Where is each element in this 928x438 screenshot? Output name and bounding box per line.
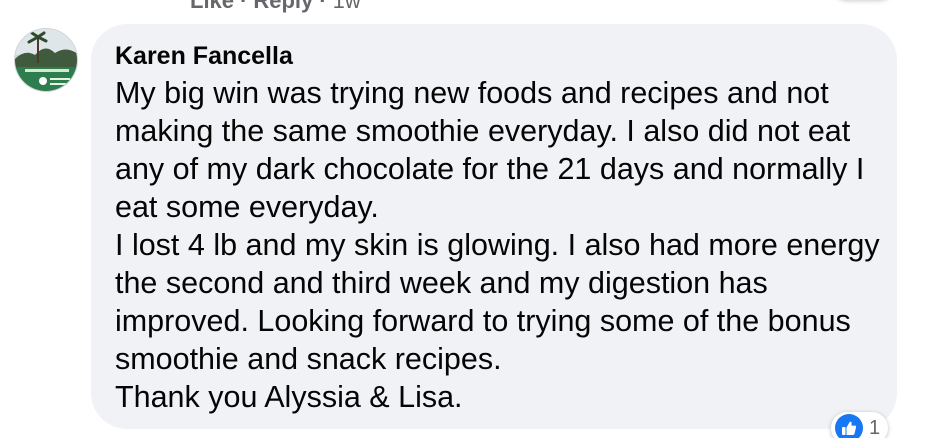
avatar-image bbox=[15, 29, 77, 91]
comment-text: My big win was trying new foods and reci… bbox=[115, 74, 885, 416]
reaction-count: 1 bbox=[869, 416, 881, 438]
like-icon bbox=[835, 414, 863, 438]
thumbs-up-icon bbox=[842, 421, 857, 435]
reply-link[interactable]: Reply bbox=[253, 0, 313, 13]
comment-paragraph: I lost 4 lb and my skin is glowing. I al… bbox=[115, 228, 880, 376]
action-separator: · bbox=[240, 0, 248, 13]
reaction-summary[interactable]: 1 bbox=[831, 412, 889, 438]
comment-author[interactable]: Karen Fancella bbox=[115, 42, 293, 71]
comment-timestamp[interactable]: 1w bbox=[333, 0, 361, 13]
comment-bubble: Karen Fancella My big win was trying new… bbox=[91, 24, 897, 429]
previous-comment-actions: Like · Reply · 1w bbox=[190, 0, 361, 14]
comment-paragraph: My big win was trying new foods and reci… bbox=[115, 76, 865, 224]
facebook-comment-thread: Like · Reply · 1w Karen Fancella My big win … bbox=[0, 0, 928, 438]
avatar[interactable] bbox=[14, 28, 78, 92]
comment-paragraph: Thank you Alyssia & Lisa. bbox=[115, 380, 463, 414]
time-separator: · bbox=[319, 0, 327, 13]
like-link[interactable]: Like bbox=[190, 0, 234, 13]
